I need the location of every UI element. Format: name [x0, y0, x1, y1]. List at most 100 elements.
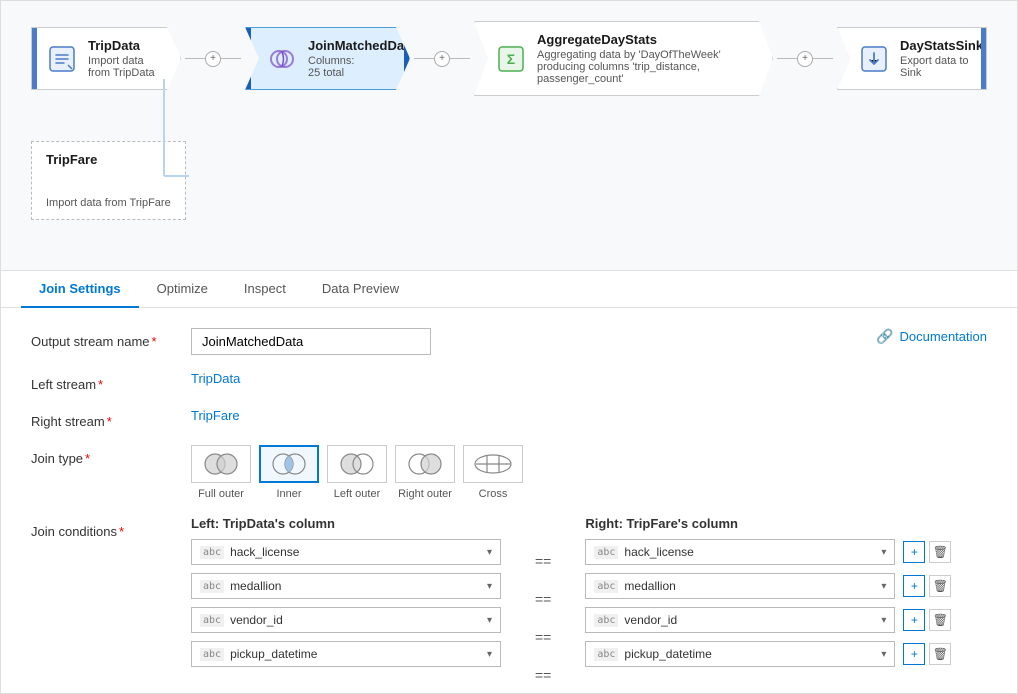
join-type-left-outer[interactable]: Left outer [327, 445, 387, 500]
tripfare-row: TripFare Import data from TripFare [31, 141, 186, 220]
join-type-full-outer[interactable]: Full outer [191, 445, 251, 500]
documentation-link[interactable]: 🔗 Documentation [876, 328, 987, 345]
tripfare-subtitle: Import data from TripFare [46, 197, 171, 209]
plus-btn-3[interactable]: + [797, 51, 813, 67]
form-row-output-stream: Output stream name* 🔗 Documentation [31, 328, 987, 355]
node-aggregate[interactable]: Σ AggregateDayStats Aggregating data by … [474, 21, 773, 96]
left-field-0[interactable]: abc hack_license ▾ [191, 539, 501, 565]
tab-optimize[interactable]: Optimize [139, 271, 226, 308]
tabs-bar: Join Settings Optimize Inspect Data Prev… [1, 271, 1017, 308]
right-field-3[interactable]: abc pickup_datetime ▾ [585, 641, 895, 667]
add-condition-2[interactable]: + [903, 609, 925, 631]
eq-3: == [531, 660, 555, 690]
left-stream-value[interactable]: TripData [191, 371, 240, 386]
right-condition-row-3: abc pickup_datetime ▾ + 🗑 [585, 641, 951, 667]
type-badge-right-3: abc [594, 648, 618, 661]
chevron-right-1: ▾ [881, 581, 886, 592]
delete-condition-2[interactable]: 🗑 [929, 609, 951, 631]
tab-join-settings[interactable]: Join Settings [21, 271, 139, 308]
join-label-left-outer: Left outer [334, 488, 380, 500]
chevron-right-0: ▾ [881, 547, 886, 558]
form-row-join-conditions: Join conditions* Left: TripData's column… [31, 516, 987, 690]
type-badge-left-1: abc [200, 580, 224, 593]
right-stream-value[interactable]: TripFare [191, 408, 240, 423]
join-conditions-section: Left: TripData's column abc hack_license… [191, 516, 987, 690]
form-row-left-stream: Left stream* TripData [31, 371, 987, 392]
left-field-2[interactable]: abc vendor_id ▾ [191, 607, 501, 633]
required-star-3: * [107, 414, 112, 429]
action-btns-1: + 🗑 [903, 575, 951, 597]
left-field-1[interactable]: abc medallion ▾ [191, 573, 501, 599]
delete-condition-1[interactable]: 🗑 [929, 575, 951, 597]
output-stream-input[interactable] [191, 328, 431, 355]
field-name-right-1: medallion [624, 579, 875, 593]
tripdata-title: TripData [88, 38, 166, 53]
eq-2: == [531, 622, 555, 652]
action-btns-3: + 🗑 [903, 643, 951, 665]
pipeline-canvas: TripData Import data from TripData + [1, 1, 1017, 271]
join-type-right-outer[interactable]: Right outer [395, 445, 455, 500]
tripdata-subtitle: Import data from TripData [88, 55, 166, 79]
join-type-label: Join type* [31, 445, 191, 466]
chevron-right-2: ▾ [881, 615, 886, 626]
join-icon-box-left-outer [327, 445, 387, 483]
pipeline-row: TripData Import data from TripData + [31, 21, 987, 96]
connector-1: + [181, 51, 245, 67]
join-type-cross[interactable]: Cross [463, 445, 523, 500]
right-stream-control: TripFare [191, 408, 987, 423]
join-type-row: Full outer In [191, 445, 987, 500]
aggregate-title: AggregateDayStats [537, 32, 758, 47]
venn-cross [472, 451, 514, 477]
add-condition-3[interactable]: + [903, 643, 925, 665]
node-tripfare[interactable]: TripFare Import data from TripFare [31, 141, 186, 220]
type-badge-right-1: abc [594, 580, 618, 593]
venn-left-outer [336, 451, 378, 477]
field-name-right-3: pickup_datetime [624, 647, 875, 661]
add-condition-0[interactable]: + [903, 541, 925, 563]
field-name-left-3: pickup_datetime [230, 647, 481, 661]
plus-btn-2[interactable]: + [434, 51, 450, 67]
settings-panel: Output stream name* 🔗 Documentation Left… [1, 308, 1017, 693]
right-field-1[interactable]: abc medallion ▾ [585, 573, 895, 599]
type-badge-left-0: abc [200, 546, 224, 559]
node-right-bar-join [404, 28, 409, 89]
documentation-label: Documentation [900, 329, 987, 344]
join-icon-box-right-outer [395, 445, 455, 483]
left-stream-control: TripData [191, 371, 987, 386]
tripdata-icon [46, 43, 78, 75]
field-name-right-2: vendor_id [624, 613, 875, 627]
aggregate-content: AggregateDayStats Aggregating data by 'D… [537, 32, 758, 85]
venn-full-outer [200, 451, 242, 477]
node-tripdata[interactable]: TripData Import data from TripData [31, 27, 181, 90]
right-conditions-col: Right: TripFare's column abc hack_licens… [585, 516, 951, 690]
doc-icon: 🔗 [876, 328, 893, 345]
right-col-header: Right: TripFare's column [585, 516, 951, 531]
left-field-3[interactable]: abc pickup_datetime ▾ [191, 641, 501, 667]
join-icon-box-cross [463, 445, 523, 483]
node-left-bar-tripdata [32, 28, 37, 89]
condition-row-0: abc hack_license ▾ [191, 539, 501, 565]
join-type-inner[interactable]: Inner [259, 445, 319, 500]
node-sink[interactable]: DayStatsSink Export data to Sink [837, 27, 987, 90]
right-field-0[interactable]: abc hack_license ▾ [585, 539, 895, 565]
join-icon [266, 43, 298, 75]
right-condition-row-2: abc vendor_id ▾ + 🗑 [585, 607, 951, 633]
chevron-left-2: ▾ [487, 615, 492, 626]
node-joinmatcheddata[interactable]: JoinMatchedData Columns: 25 total [245, 27, 410, 90]
main-container: TripData Import data from TripData + [0, 0, 1018, 694]
plus-btn-1[interactable]: + [205, 51, 221, 67]
equals-col: == == == == [531, 516, 555, 690]
join-label-cross: Cross [479, 488, 508, 500]
field-name-left-0: hack_license [230, 545, 481, 559]
add-condition-1[interactable]: + [903, 575, 925, 597]
join-icon-box-full-outer [191, 445, 251, 483]
tab-inspect[interactable]: Inspect [226, 271, 304, 308]
eq-1: == [531, 584, 555, 614]
connector-2: + [410, 51, 474, 67]
delete-condition-3[interactable]: 🗑 [929, 643, 951, 665]
venn-right-outer [404, 451, 446, 477]
field-name-left-1: medallion [230, 579, 481, 593]
tab-data-preview[interactable]: Data Preview [304, 271, 417, 308]
delete-condition-0[interactable]: 🗑 [929, 541, 951, 563]
right-field-2[interactable]: abc vendor_id ▾ [585, 607, 895, 633]
